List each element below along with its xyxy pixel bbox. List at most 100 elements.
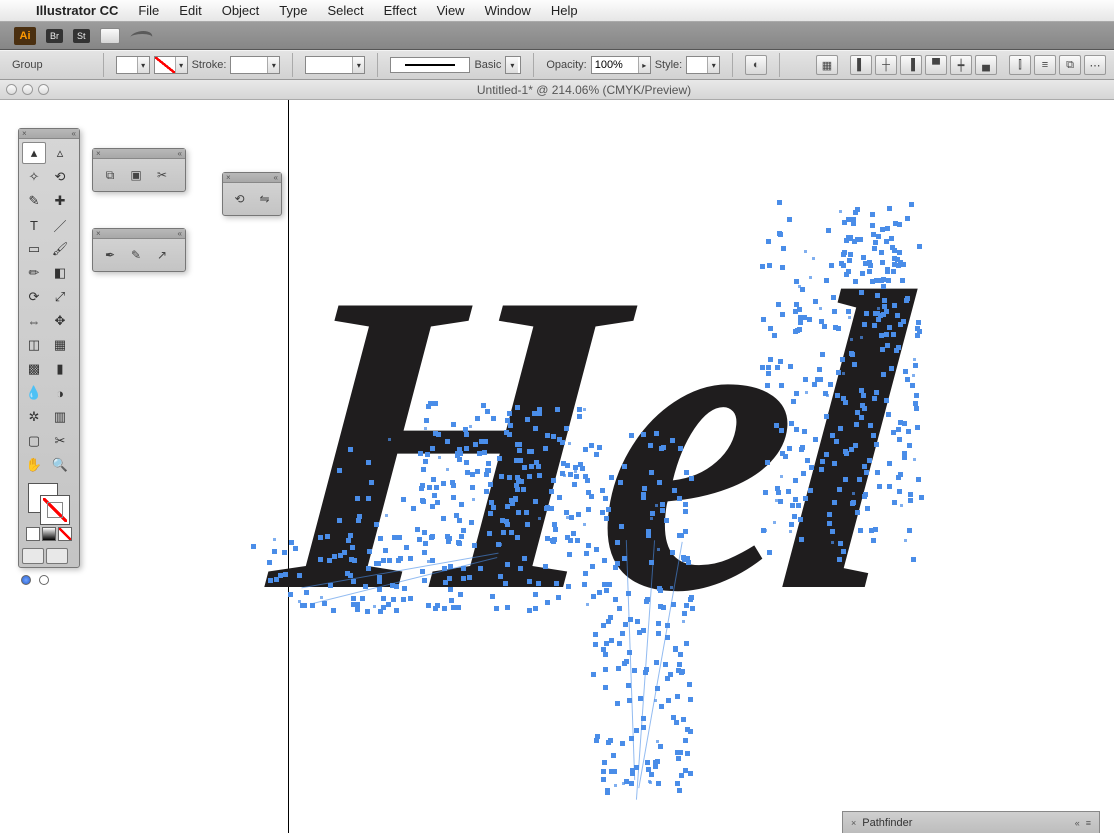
screen-mode-full-icon[interactable] [46, 548, 68, 564]
free-transform-tool[interactable]: ✥ [48, 310, 72, 332]
fill-swatch[interactable]: ▾ [116, 56, 150, 74]
collapse-icon[interactable]: « [178, 229, 182, 238]
rectangle-tool[interactable]: ▭ [22, 238, 46, 260]
brush-preview[interactable] [390, 57, 470, 73]
dist-v-icon[interactable]: ≡ [1034, 55, 1056, 75]
radio-dot-on-icon[interactable] [21, 575, 31, 585]
stroke-weight[interactable]: ▾ [230, 56, 280, 74]
perspective-tool[interactable]: ▦ [48, 334, 72, 356]
app-menu[interactable]: Illustrator CC [36, 3, 118, 18]
tools-panel-header[interactable]: × « [19, 129, 79, 139]
menu-type[interactable]: Type [279, 3, 307, 18]
hand-tool[interactable]: ✋ [22, 454, 46, 476]
menu-select[interactable]: Select [327, 3, 363, 18]
direct-selection-tool[interactable]: ▵ [48, 142, 72, 164]
pen-tool[interactable]: ✎ [22, 190, 46, 212]
pathfinder-panel[interactable]: × Pathfinder « ≡ [842, 811, 1100, 833]
width-tool[interactable]: ⇔ [22, 310, 46, 332]
crop-icon[interactable]: ⧉ [99, 165, 121, 185]
type-tool[interactable]: T [22, 214, 46, 236]
align-bottom-icon[interactable]: ▄ [975, 55, 997, 75]
float-panel-c[interactable]: × « ⟲ ⇋ [222, 172, 282, 216]
line-tool[interactable]: ／ [48, 214, 72, 236]
float-panel-b[interactable]: × « ✒ ✎ ↗ [92, 228, 186, 272]
gradient-tool[interactable]: ▮ [48, 358, 72, 380]
artboard-tool[interactable]: ▢ [22, 430, 46, 452]
vsp-profile[interactable]: ▾ [305, 56, 365, 74]
magic-wand-tool[interactable]: ✧ [22, 166, 46, 188]
slice-tool[interactable]: ✂ [48, 430, 72, 452]
artboard-icon[interactable]: ▣ [125, 165, 147, 185]
symbol-sprayer-tool[interactable]: ✲ [22, 406, 46, 428]
rotate-tool[interactable]: ⟳ [22, 286, 46, 308]
none-mode-icon[interactable] [58, 527, 72, 541]
close-icon[interactable]: × [226, 173, 231, 182]
menu-help[interactable]: Help [551, 3, 578, 18]
menu-view[interactable]: View [437, 3, 465, 18]
canvas[interactable]: Hel [0, 100, 1114, 833]
menu-edit[interactable]: Edit [179, 3, 201, 18]
recolor-artwork-icon[interactable]: ◐ [745, 55, 767, 75]
pen-sub2-icon[interactable]: ✎ [125, 245, 147, 265]
align-right-icon[interactable]: ▐ [900, 55, 922, 75]
slice-icon[interactable]: ✂ [151, 165, 173, 185]
screen-mode-normal-icon[interactable] [22, 548, 44, 564]
dist-h-icon[interactable]: ⫿ [1009, 55, 1031, 75]
float-panel-a[interactable]: × « ⧉ ▣ ✂ [92, 148, 186, 192]
mesh-tool[interactable]: ▩ [22, 358, 46, 380]
lasso-tool[interactable]: ⟲ [48, 166, 72, 188]
selection-tool[interactable]: ▴ [22, 142, 46, 164]
collapse-icon[interactable]: « [178, 149, 182, 158]
gradient-mode-icon[interactable] [42, 527, 56, 541]
reflect-sub-icon[interactable]: ⇋ [254, 189, 275, 209]
blend-tool[interactable]: ◑ [48, 382, 72, 404]
menu-effect[interactable]: Effect [384, 3, 417, 18]
stock-chip[interactable]: St [73, 29, 90, 43]
opacity-field[interactable] [592, 57, 638, 73]
collapse-icon[interactable]: « [274, 173, 278, 182]
pencil-tool[interactable]: ✏ [22, 262, 46, 284]
stroke-swatch[interactable]: ▾ [154, 56, 188, 74]
rotate-sub-icon[interactable]: ⟲ [229, 189, 250, 209]
tools-panel[interactable]: × « ▴ ▵ ✧ ⟲ ✎ ✚ T ／ ▭ 🖌 ✏ ◧ ⟳ ⤢ ⇔ ✥ ◫ ▦ … [18, 128, 80, 568]
brush-dropdown[interactable]: ▾ [505, 56, 521, 74]
collapse-icon[interactable]: « [1075, 818, 1080, 828]
align-top-icon[interactable]: ▀ [925, 55, 947, 75]
collapse-icon[interactable]: « [72, 129, 76, 138]
align-hcenter-icon[interactable]: ┼ [875, 55, 897, 75]
eraser-tool[interactable]: ◧ [48, 262, 72, 284]
scale-tool[interactable]: ⤢ [48, 286, 72, 308]
menu-object[interactable]: Object [222, 3, 260, 18]
graphic-style[interactable]: ▾ [686, 56, 720, 74]
bridge-chip[interactable]: Br [46, 29, 63, 43]
line-sub-icon[interactable]: ↗ [151, 245, 173, 265]
opacity-input[interactable]: ▸ [591, 56, 651, 74]
pen-sub-icon[interactable]: ✒ [99, 245, 121, 265]
radio-dot-off-icon[interactable] [39, 575, 49, 585]
cloud-sync-icon[interactable] [130, 28, 156, 44]
align-left-icon[interactable]: ▌ [850, 55, 872, 75]
transform-icon[interactable]: ⧉ [1059, 55, 1081, 75]
align-vcenter-icon[interactable]: ┿ [950, 55, 972, 75]
more-icon[interactable]: ⋯ [1084, 55, 1106, 75]
close-icon[interactable]: × [96, 229, 101, 238]
close-icon[interactable]: × [851, 818, 856, 828]
add-anchor-tool[interactable]: ✚ [48, 190, 72, 212]
color-mode-icon[interactable] [26, 527, 40, 541]
zoom-tool[interactable]: 🔍 [48, 454, 72, 476]
eyedropper-tool[interactable]: 💧 [22, 382, 46, 404]
fill-stroke-indicator[interactable] [19, 479, 79, 545]
window-close-icon[interactable] [6, 84, 17, 95]
shape-builder-tool[interactable]: ◫ [22, 334, 46, 356]
align-panel-icon[interactable]: ▦ [816, 55, 838, 75]
menu-window[interactable]: Window [485, 3, 531, 18]
stroke-swatch-large[interactable] [40, 495, 70, 525]
arrange-documents-button[interactable] [100, 28, 120, 44]
menu-file[interactable]: File [138, 3, 159, 18]
close-icon[interactable]: × [96, 149, 101, 158]
close-icon[interactable]: × [22, 129, 27, 138]
menu-icon[interactable]: ≡ [1086, 818, 1091, 828]
column-graph-tool[interactable]: ▥ [48, 406, 72, 428]
brush-tool[interactable]: 🖌 [48, 238, 72, 260]
window-minimize-icon[interactable] [22, 84, 33, 95]
